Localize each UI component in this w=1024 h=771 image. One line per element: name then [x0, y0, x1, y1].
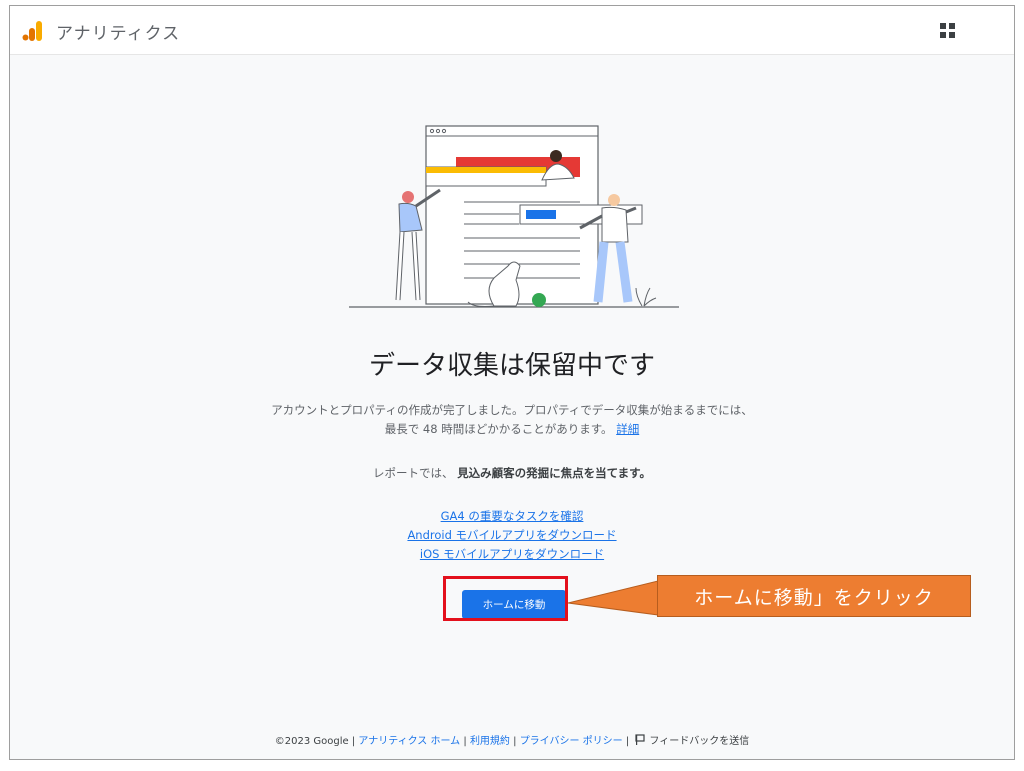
ios-app-link[interactable]: iOS モバイルアプリをダウンロード [10, 545, 1014, 564]
footer-separator: | [463, 736, 467, 747]
description-line-2-text: 最長で 48 時間ほどかかることがあります。 [384, 422, 613, 436]
callout-pointer [568, 580, 658, 616]
copyright-text: ©2023 Google [274, 736, 349, 747]
resource-links: GA4 の重要なタスクを確認 Android モバイルアプリをダウンロード iO… [10, 507, 1014, 564]
analytics-bars-icon[interactable] [22, 20, 44, 42]
feedback-label: フィードバックを送信 [649, 736, 750, 747]
description-line-2: 最長で 48 時間ほどかかることがあります。 詳細 [10, 420, 1014, 439]
ga4-tasks-link[interactable]: GA4 の重要なタスクを確認 [10, 507, 1014, 526]
report-focus-bold: 見込み顧客の発掘に焦点を当てます。 [457, 466, 651, 480]
data-collection-illustration [349, 125, 679, 308]
analytics-home-link[interactable]: アナリティクス ホーム [358, 736, 460, 747]
top-app-bar: アナリティクス [10, 6, 1014, 55]
page-title: データ収集は保留中です [368, 351, 655, 381]
privacy-link[interactable]: プライバシー ポリシー [520, 736, 623, 747]
report-prefix: レポートでは、 [373, 466, 454, 480]
footer-separator: | [625, 736, 630, 747]
footer-separator: | [351, 736, 356, 747]
description-line-1: アカウントとプロパティの作成が完了しました。プロパティでデータ収集が始まるまでに… [271, 403, 753, 417]
feedback-button[interactable]: フィードバックを送信 [632, 734, 750, 747]
footer-separator: | [513, 736, 517, 747]
report-focus-text: レポートでは、 見込み顧客の発掘に焦点を当てます。 [10, 465, 1014, 481]
description-text: アカウントとプロパティの作成が完了しました。プロパティでデータ収集が始まるまでに… [10, 401, 1014, 439]
app-title: アナリティクス [56, 24, 181, 44]
feedback-flag-icon [635, 734, 646, 745]
details-link[interactable]: 詳細 [616, 422, 639, 436]
android-app-link[interactable]: Android モバイルアプリをダウンロード [10, 526, 1014, 545]
footer: ©2023 Google | アナリティクス ホーム | 利用規約 | プライバ… [10, 732, 1014, 747]
apps-grid-icon[interactable] [940, 23, 956, 39]
app-window: アナリティクス データ収集は保留中です アカウントとプロパティの作成が完了しまし… [9, 5, 1015, 760]
highlight-box [443, 576, 568, 621]
callout-label: ホームに移動」をクリック [657, 575, 971, 617]
terms-link[interactable]: 利用規約 [470, 736, 510, 747]
